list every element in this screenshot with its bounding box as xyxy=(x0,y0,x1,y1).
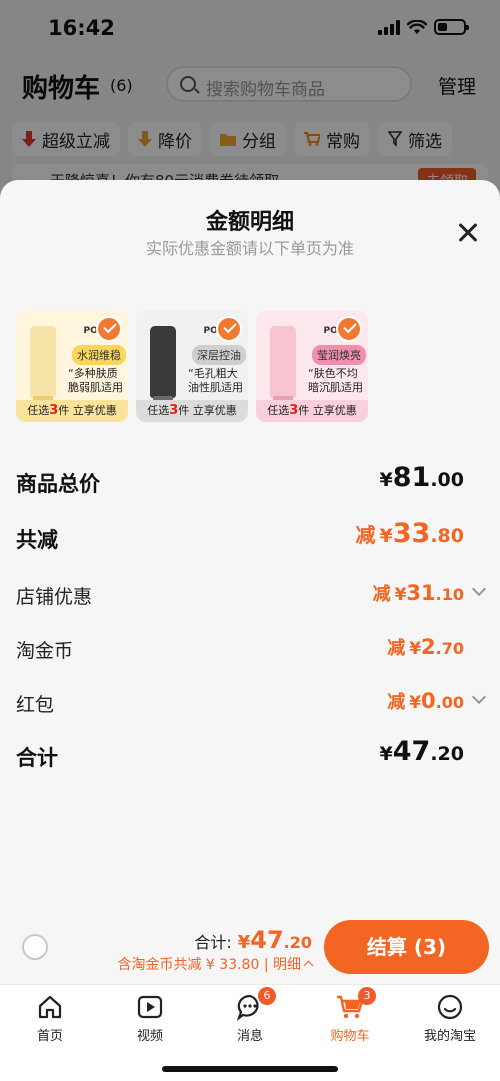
row-taojinbi: 淘金币 减 ¥2.70 xyxy=(0,626,500,666)
row-value: ¥81.00 xyxy=(379,462,464,493)
tab-label: 购物车 xyxy=(330,1029,370,1044)
dim-overlay[interactable] xyxy=(0,0,500,200)
tab-label: 我的淘宝 xyxy=(423,1029,476,1044)
chevron-down-icon[interactable] xyxy=(471,581,487,597)
coin-discount-line[interactable]: 含淘金币共减 ¥ 33.80 | 明细 xyxy=(117,954,314,974)
row-label: 商品总价 xyxy=(16,472,100,496)
row-total-off: 共减 减 ¥33.80 xyxy=(0,516,500,556)
chevron-up-icon xyxy=(303,960,314,971)
message-badge: 6 xyxy=(258,987,276,1005)
row-value: 减 ¥33.80 xyxy=(355,518,464,549)
product-image xyxy=(270,326,296,398)
sheet-subtitle: 实际优惠金额请以下单页为准 xyxy=(145,239,354,258)
select-all-radio[interactable] xyxy=(22,934,48,960)
row-label: 红包 xyxy=(16,694,55,716)
sheet-title: 金额明细 xyxy=(205,210,294,235)
product-footer: 任选3件 立享优惠 xyxy=(256,400,368,422)
row-value: 减 ¥31.10 xyxy=(372,581,464,605)
row-label: 共减 xyxy=(16,528,58,552)
checkout-bar: 合计: ¥47.20 含淘金币共减 ¥ 33.80 | 明细 结算 (3) xyxy=(0,912,500,984)
row-value: ¥47.20 xyxy=(379,736,464,767)
product-footer: 任选3件 立享优惠 xyxy=(136,400,248,422)
product-image xyxy=(150,326,176,398)
check-icon[interactable] xyxy=(336,316,362,342)
row-red-packet[interactable]: 红包 减 ¥0.00 xyxy=(0,680,500,720)
product-tag: 深层控油 xyxy=(192,345,246,365)
row-goods-total: 商品总价 ¥81.00 xyxy=(0,460,500,500)
row-value: 减 ¥2.70 xyxy=(387,635,464,659)
row-value: 减 ¥0.00 xyxy=(387,689,464,713)
product-card[interactable]: POND'S 莹润焕亮 “肤色不均 暗沉肌适用 任选3件 立享优惠 xyxy=(256,310,368,422)
product-thumbnails: POND'S 水润维稳 “多种肤质 脆弱肌适用 任选3件 立享优惠 POND'S… xyxy=(16,310,368,422)
product-image xyxy=(30,326,56,398)
chevron-down-icon[interactable] xyxy=(471,689,487,705)
row-shop-discount[interactable]: 店铺优惠 减 ¥31.10 xyxy=(0,572,500,612)
product-desc: “多种肤质 脆弱肌适用 xyxy=(68,367,123,394)
cart-badge: 3 xyxy=(358,987,376,1005)
tab-home[interactable]: 首页 xyxy=(0,989,100,1049)
product-tag: 水润维稳 xyxy=(72,345,126,365)
product-card[interactable]: POND'S 水润维稳 “多种肤质 脆弱肌适用 任选3件 立享优惠 xyxy=(16,310,128,422)
product-footer: 任选3件 立享优惠 xyxy=(16,400,128,422)
tab-label: 视频 xyxy=(136,1029,163,1044)
tab-video[interactable]: 视频 xyxy=(100,989,200,1049)
close-icon[interactable] xyxy=(456,220,480,244)
checkout-button[interactable]: 结算 (3) xyxy=(324,920,489,974)
checkout-total: 合计: ¥47.20 xyxy=(194,926,312,954)
row-label: 淘金币 xyxy=(16,640,74,662)
row-sum: 合计 ¥47.20 xyxy=(0,734,500,774)
tab-profile[interactable]: 我的淘宝 xyxy=(400,989,500,1049)
amount-detail-sheet: 金额明细 实际优惠金额请以下单页为准 POND'S 水润维稳 “多种肤质 脆弱肌… xyxy=(0,180,500,985)
row-label: 合计 xyxy=(16,746,58,770)
product-desc: “肤色不均 暗沉肌适用 xyxy=(308,367,363,394)
detail-link[interactable]: 明细 xyxy=(273,957,301,973)
row-label: 店铺优惠 xyxy=(16,586,93,608)
tab-label: 首页 xyxy=(36,1029,63,1044)
check-icon[interactable] xyxy=(216,316,242,342)
profile-icon xyxy=(437,994,463,1020)
product-tag: 莹润焕亮 xyxy=(312,345,366,365)
check-icon[interactable] xyxy=(96,316,122,342)
tab-messages[interactable]: 6 消息 xyxy=(200,987,300,1049)
home-icon xyxy=(38,995,62,1019)
video-icon xyxy=(137,995,163,1019)
tab-cart[interactable]: 3 购物车 xyxy=(300,987,400,1049)
home-indicator xyxy=(162,1066,338,1072)
product-card[interactable]: POND'S 深层控油 “毛孔粗大 油性肌适用 任选3件 立享优惠 xyxy=(136,310,248,422)
tab-label: 消息 xyxy=(236,1029,263,1044)
product-desc: “毛孔粗大 油性肌适用 xyxy=(188,367,243,394)
